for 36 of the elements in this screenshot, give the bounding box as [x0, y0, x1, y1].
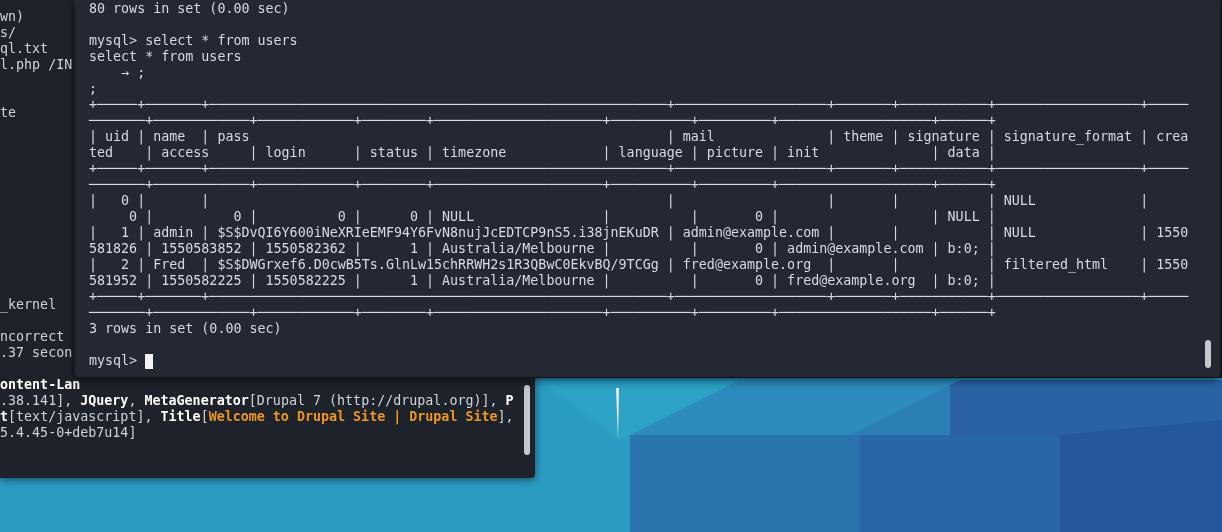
terminal-line: | 0 | | | | | | NULL |	[89, 193, 1149, 209]
terminal-line: 581952 | 1550582225 | 1550582225 | 1 | Australia/Melbourne | | 0 | fred@example.org | b:0; |	[89, 273, 996, 289]
terminal-line: 3 rows in set (0.00 sec)	[89, 321, 282, 337]
terminal-line: 0 | 0 | 0 | 0 | NULL | | 0 | | NULL |	[128, 209, 996, 225]
terminal-line: l.php /IN	[0, 57, 73, 73]
terminal-line: → ;	[120, 65, 146, 81]
terminal-line: 581826 | 1550583852 | 1550582362 | 1 | Australia/Melbourne | | 0 | admin@example.com | b:0; |	[89, 241, 996, 257]
terminal-line: wn)	[0, 9, 25, 25]
terminal-line: t[text/javascript], Title[Welcome to Drupal Site | Drupal Site],	[0, 409, 514, 425]
terminal-line: | uid | name | pass | mail | theme | signature | signature_format | crea	[89, 129, 1189, 145]
terminal-line: .37 secon	[0, 345, 73, 361]
terminal-line: ql.txt	[0, 41, 49, 57]
scrollbar-thumb[interactable]	[524, 385, 530, 455]
terminal-line: ncorrect	[0, 329, 65, 345]
terminal-line: ───────+────────────+────────────+────────+─────────────────────+──────────+─────────+───────────────────+──────+	[89, 177, 996, 193]
terminal-line: 5.4.45-0+deb7u14]	[0, 425, 137, 441]
terminal-line: ontent-Lan	[0, 377, 81, 393]
text-cursor	[145, 353, 154, 369]
terminal-line: ───────+────────────+────────────+────────+─────────────────────+──────────+─────────+───────────────────+──────+	[89, 113, 996, 129]
terminal-line: ───────+────────────+────────────+────────+─────────────────────+──────────+─────────+───────────────────+──────+	[89, 305, 996, 321]
command-prompt: mysql>	[89, 353, 138, 369]
terminal-line: .38.141], JQuery, MetaGenerator[Drupal 7 (http://drupal.org)], P	[0, 393, 514, 409]
terminal-line: s/	[0, 25, 17, 41]
terminal-line: +─────+───────+─────────────────────────────────────────────────────────+───────────────────+───────+───────────+──────────────────+─────	[89, 97, 1189, 113]
terminal-line: _kernel	[0, 297, 57, 313]
terminal-line: ted | access | login | status | timezone | language | picture | init | data |	[89, 145, 996, 161]
terminal-line: +─────+───────+─────────────────────────────────────────────────────────+───────────────────+───────+───────────+──────────────────+─────	[89, 289, 1189, 305]
scrollbar-thumb[interactable]	[1205, 340, 1211, 368]
terminal-line: ;	[89, 81, 98, 97]
terminal-line: te	[0, 105, 17, 121]
terminal-line: mysql> select * from users	[89, 33, 298, 49]
terminal-line: | 2 | Fred | $S$DWGrxef6.D0cwB5Ts.GlnLw15chRRWH2s1R3QBwC0EkvBQ/9TCGg | fred@example.org | | | filtered_html | 1550	[89, 257, 1189, 273]
terminal-line: | 1 | admin | $S$DvQI6Y600iNeXRIeEMF94Y6FvN8nujJcEDTCP9nS5.i38jnEKuDR | admin@example.com | | | NULL | 1550	[89, 225, 1189, 241]
terminal-line: +─────+───────+─────────────────────────────────────────────────────────+───────────────────+───────+───────────+──────────────────+─────	[89, 161, 1189, 177]
terminal-line: select * from users	[89, 49, 242, 65]
terminal-line: 80 rows in set (0.00 sec)	[89, 1, 290, 17]
